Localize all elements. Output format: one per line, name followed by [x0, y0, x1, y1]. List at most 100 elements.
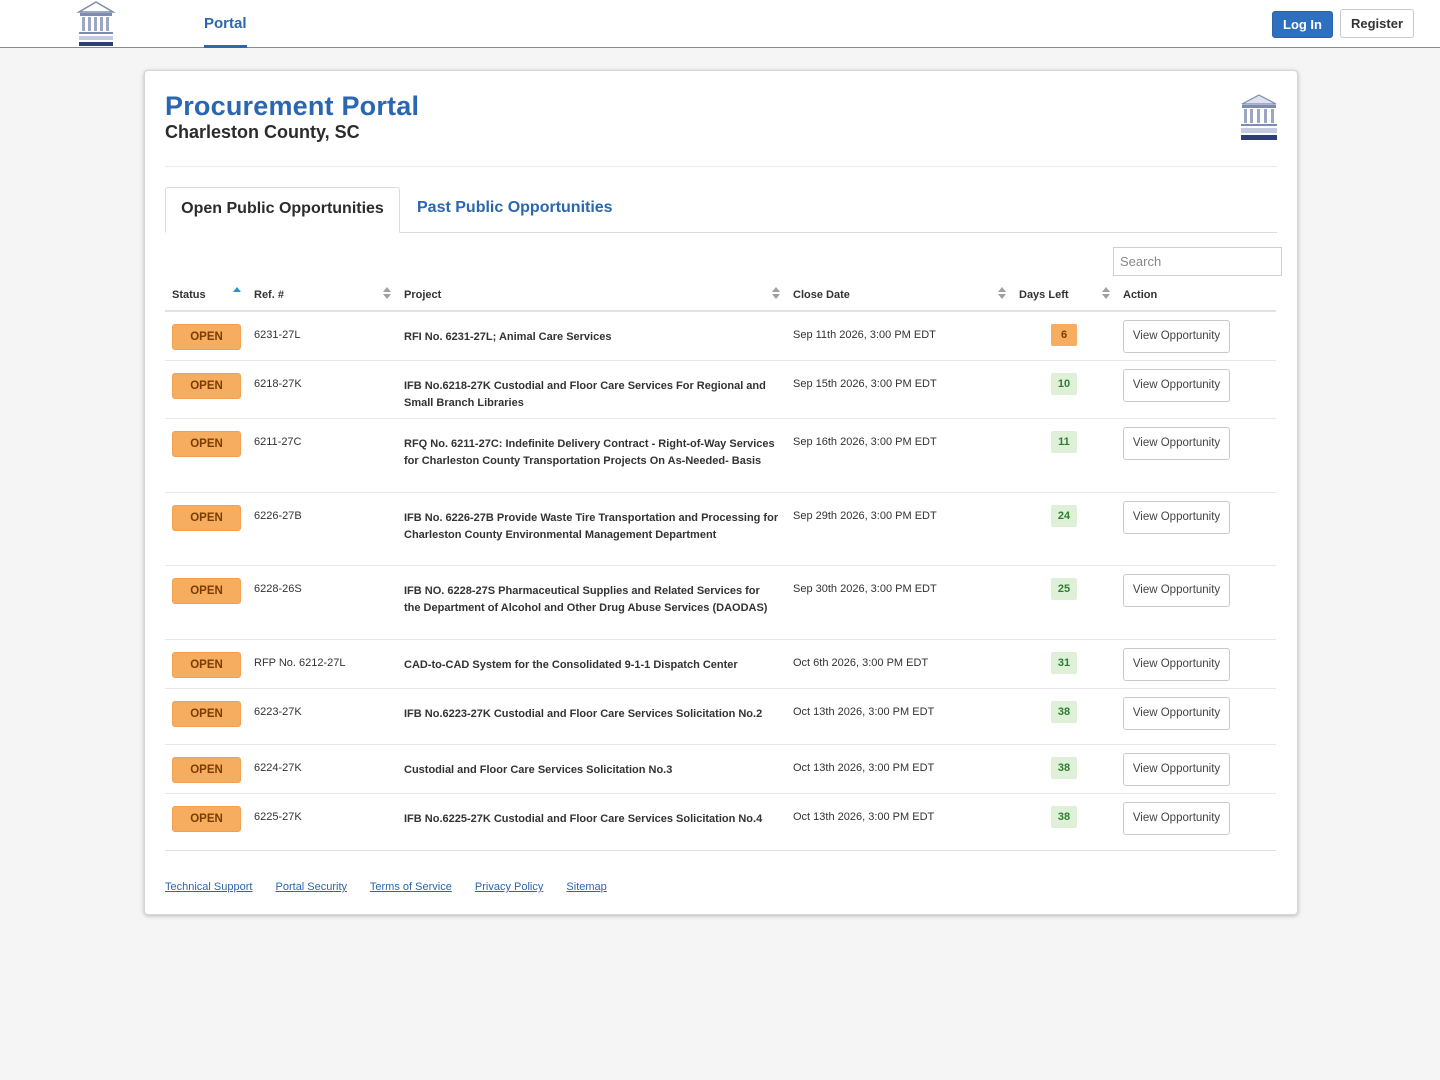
project-cell: IFB NO. 6228-27S Pharmaceutical Supplies… [397, 565, 786, 641]
column-label: Close Date [793, 288, 850, 301]
status-cell: OPEN [165, 744, 247, 795]
days-left-badge: 11 [1051, 431, 1077, 454]
sitemap-link[interactable]: Sitemap [566, 881, 606, 893]
column-label: Days Left [1019, 288, 1069, 301]
status-cell: OPEN [165, 688, 247, 746]
days-left-cell: 24 [1012, 492, 1116, 567]
terms-of-service-link[interactable]: Terms of Service [370, 881, 452, 893]
technical-support-link[interactable]: Technical Support [165, 881, 252, 893]
portal-nav-tab[interactable]: Portal [204, 0, 247, 48]
tab-past-opportunities[interactable]: Past Public Opportunities [417, 187, 613, 231]
project-cell: RFI No. 6231-27L; Animal Care Services [397, 311, 786, 361]
status-badge: OPEN [172, 431, 241, 458]
view-opportunity-button[interactable]: View Opportunity [1123, 369, 1230, 402]
column-label: Status [172, 288, 206, 301]
ref-cell: 6231-27L [247, 311, 397, 361]
days-left-badge: 10 [1051, 373, 1077, 395]
table-body: OPEN 6231-27L RFI No. 6231-27L; Animal C… [165, 311, 1276, 852]
login-button[interactable]: Log In [1272, 11, 1333, 38]
ref-cell: 6225-27K [247, 793, 397, 852]
close-date-cell: Sep 11th 2026, 3:00 PM EDT [786, 311, 1012, 361]
page-title: Procurement Portal [165, 91, 420, 121]
column-header-action: Action [1116, 279, 1276, 312]
status-cell: OPEN [165, 311, 247, 361]
column-header-status[interactable]: Status [165, 279, 247, 312]
column-header-close-date[interactable]: Close Date [786, 279, 1012, 312]
close-date-cell: Sep 29th 2026, 3:00 PM EDT [786, 492, 1012, 567]
project-cell: IFB No.6218-27K Custodial and Floor Care… [397, 360, 786, 420]
days-left-badge: 31 [1051, 652, 1077, 675]
action-cell: View Opportunity [1116, 311, 1276, 361]
status-badge: OPEN [172, 701, 241, 728]
top-navbar: Portal Log In Register [0, 0, 1440, 48]
column-header-days-left[interactable]: Days Left [1012, 279, 1116, 312]
status-badge: OPEN [172, 324, 241, 350]
view-opportunity-button[interactable]: View Opportunity [1123, 697, 1230, 731]
action-cell: View Opportunity [1116, 639, 1276, 690]
close-date-cell: Sep 15th 2026, 3:00 PM EDT [786, 360, 1012, 420]
county-logo-icon[interactable] [76, 0, 116, 47]
project-cell: CAD-to-CAD System for the Consolidated 9… [397, 639, 786, 690]
search-input[interactable] [1113, 247, 1282, 276]
days-left-cell: 10 [1012, 360, 1116, 420]
ref-cell: 6211-27C [247, 418, 397, 494]
status-badge: OPEN [172, 652, 241, 679]
view-opportunity-button[interactable]: View Opportunity [1123, 320, 1230, 353]
days-left-cell: 31 [1012, 639, 1116, 690]
table-header-row: Status Ref. # Project Close Date Days Le… [165, 279, 1276, 312]
portal-card: Procurement Portal Charleston County, SC… [144, 70, 1298, 915]
table-row: OPEN 6228-26S IFB NO. 6228-27S Pharmaceu… [165, 565, 1276, 641]
days-left-cell: 25 [1012, 565, 1116, 641]
project-cell: IFB No.6223-27K Custodial and Floor Care… [397, 688, 786, 746]
register-button[interactable]: Register [1340, 9, 1414, 38]
close-date-cell: Oct 13th 2026, 3:00 PM EDT [786, 793, 1012, 852]
project-cell: IFB No.6225-27K Custodial and Floor Care… [397, 793, 786, 852]
close-date-cell: Sep 30th 2026, 3:00 PM EDT [786, 565, 1012, 641]
action-cell: View Opportunity [1116, 688, 1276, 746]
sort-icon [772, 287, 780, 301]
view-opportunity-button[interactable]: View Opportunity [1123, 501, 1230, 535]
view-opportunity-button[interactable]: View Opportunity [1123, 802, 1230, 836]
days-left-badge: 25 [1051, 578, 1077, 601]
action-cell: View Opportunity [1116, 418, 1276, 494]
sort-icon [383, 287, 391, 301]
view-opportunity-button[interactable]: View Opportunity [1123, 427, 1230, 461]
column-label: Action [1123, 288, 1158, 301]
column-header-ref[interactable]: Ref. # [247, 279, 397, 312]
close-date-cell: Sep 16th 2026, 3:00 PM EDT [786, 418, 1012, 494]
footer-links: Technical Support Portal Security Terms … [165, 881, 627, 893]
table-row: OPEN 6226-27B IFB No. 6226-27B Provide W… [165, 492, 1276, 567]
tab-open-opportunities[interactable]: Open Public Opportunities [165, 187, 400, 233]
view-opportunity-button[interactable]: View Opportunity [1123, 648, 1230, 682]
ref-cell: 6226-27B [247, 492, 397, 567]
column-label: Ref. # [254, 288, 284, 301]
sort-icon [1102, 287, 1110, 301]
days-left-cell: 38 [1012, 688, 1116, 746]
opportunities-table: Status Ref. # Project Close Date Days Le… [165, 279, 1276, 852]
sort-asc-icon [233, 287, 241, 301]
table-row: OPEN 6231-27L RFI No. 6231-27L; Animal C… [165, 311, 1276, 361]
close-date-cell: Oct 6th 2026, 3:00 PM EDT [786, 639, 1012, 690]
status-cell: OPEN [165, 360, 247, 420]
view-opportunity-button[interactable]: View Opportunity [1123, 753, 1230, 787]
project-cell: Custodial and Floor Care Services Solici… [397, 744, 786, 795]
status-cell: OPEN [165, 793, 247, 852]
status-badge: OPEN [172, 757, 241, 784]
privacy-policy-link[interactable]: Privacy Policy [475, 881, 543, 893]
project-cell: IFB No. 6226-27B Provide Waste Tire Tran… [397, 492, 786, 567]
view-opportunity-button[interactable]: View Opportunity [1123, 574, 1230, 608]
ref-cell: 6224-27K [247, 744, 397, 795]
status-cell: OPEN [165, 492, 247, 567]
status-badge: OPEN [172, 373, 241, 399]
table-row: OPEN RFP No. 6212-27L CAD-to-CAD System … [165, 639, 1276, 690]
sort-icon [998, 287, 1006, 301]
ref-cell: RFP No. 6212-27L [247, 639, 397, 690]
days-left-cell: 11 [1012, 418, 1116, 494]
portal-security-link[interactable]: Portal Security [276, 881, 348, 893]
status-cell: OPEN [165, 565, 247, 641]
status-badge: OPEN [172, 505, 241, 532]
action-cell: View Opportunity [1116, 360, 1276, 420]
column-header-project[interactable]: Project [397, 279, 786, 312]
table-row: OPEN 6211-27C RFQ No. 6211-27C: Indefini… [165, 418, 1276, 494]
opportunities-table-wrapper: Status Ref. # Project Close Date Days Le… [165, 279, 1276, 852]
